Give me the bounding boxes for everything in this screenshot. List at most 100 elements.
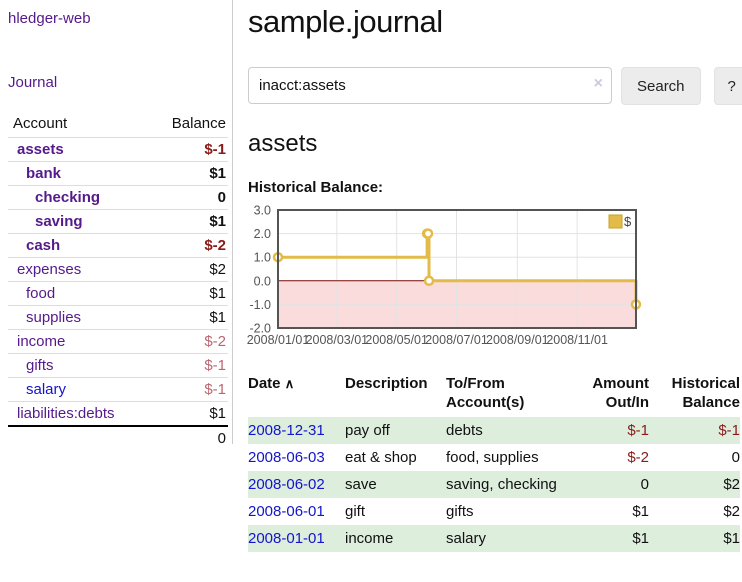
account-row: saving $1 [8, 210, 228, 234]
account-row: salary $-1 [8, 378, 228, 402]
account-row: food $1 [8, 282, 228, 306]
transaction-balance: 0 [649, 444, 740, 471]
account-balance: $1 [148, 306, 228, 330]
svg-text:3.0: 3.0 [254, 204, 271, 218]
svg-text:2008/01/01: 2008/01/01 [247, 333, 310, 347]
register-header-description: Description [345, 372, 446, 417]
legend-label: $ [624, 214, 632, 229]
svg-text:-1.0: -1.0 [249, 298, 271, 312]
transaction-date-link[interactable]: 2008-06-03 [248, 449, 325, 466]
account-balance: $-2 [148, 234, 228, 258]
transaction-row: 2008-06-02 save saving, checking 0 $2 [248, 471, 740, 498]
account-link[interactable]: checking [8, 189, 100, 206]
account-balance: $2 [148, 258, 228, 282]
account-link[interactable]: salary [8, 381, 66, 398]
account-link[interactable]: liabilities:debts [8, 405, 115, 422]
sidebar-item-journal[interactable]: Journal [8, 74, 57, 91]
balance-header-line2: Balance [682, 394, 740, 411]
account-row: cash $-2 [8, 234, 228, 258]
svg-text:1.0: 1.0 [254, 251, 271, 265]
page-title: sample.journal [248, 4, 735, 40]
sidebar: hledger-web Journal Account Balance asse… [0, 0, 233, 444]
accounts-total-spacer [8, 426, 148, 450]
accounts-table: Account Balance assets $-1 bank $1 check… [8, 112, 228, 450]
sort-ascending-icon: ∧ [285, 376, 295, 391]
account-link[interactable]: expenses [8, 261, 81, 278]
account-link[interactable]: income [8, 333, 65, 350]
register-header-date: Date ∧ [248, 372, 345, 417]
register-header-balance: Historical Balance [649, 372, 740, 417]
svg-text:2008/05/01: 2008/05/01 [365, 333, 428, 347]
transaction-description: save [345, 471, 446, 498]
account-row: gifts $-1 [8, 354, 228, 378]
search-input[interactable] [248, 67, 612, 104]
register-table: Date ∧ Description To/From Account(s) Am… [248, 372, 740, 552]
accounts-header-line1: To/From [446, 375, 505, 392]
search-form: × Search ? [248, 67, 735, 105]
svg-text:2.0: 2.0 [254, 227, 271, 241]
account-row: expenses $2 [8, 258, 228, 282]
register-header-accounts: To/From Account(s) [446, 372, 566, 417]
transaction-accounts: saving, checking [446, 471, 566, 498]
balance-header-line1: Historical [672, 375, 740, 392]
accounts-header-balance: Balance [148, 112, 228, 138]
account-row: assets $-1 [8, 138, 228, 162]
transaction-date-link[interactable]: 2008-06-01 [248, 503, 325, 520]
account-balance: $-1 [148, 354, 228, 378]
svg-text:2008/11/01: 2008/11/01 [546, 333, 608, 347]
transaction-accounts: salary [446, 525, 566, 552]
accounts-header-row: Account Balance [8, 112, 228, 138]
account-row: checking 0 [8, 186, 228, 210]
account-link[interactable]: assets [8, 141, 64, 158]
transaction-accounts: gifts [446, 498, 566, 525]
account-balance: $1 [148, 210, 228, 234]
account-title: assets [248, 130, 735, 158]
transaction-row: 2008-06-01 gift gifts $1 $2 [248, 498, 740, 525]
transaction-balance: $2 [649, 498, 740, 525]
account-link[interactable]: gifts [8, 357, 54, 374]
accounts-header-line2: Account(s) [446, 394, 524, 411]
account-link[interactable]: food [8, 285, 55, 302]
hledger-web-app: hledger-web Journal Account Balance asse… [0, 0, 742, 552]
help-button[interactable]: ? [714, 67, 742, 105]
transaction-row: 2008-01-01 income salary $1 $1 [248, 525, 740, 552]
transaction-date-link[interactable]: 2008-01-01 [248, 530, 325, 547]
transaction-date-link[interactable]: 2008-12-31 [248, 422, 325, 439]
transaction-balance: $-1 [649, 417, 740, 444]
transaction-amount: $1 [566, 525, 649, 552]
account-link[interactable]: cash [8, 237, 60, 254]
search-button[interactable]: Search [621, 67, 701, 105]
transaction-row: 2008-06-03 eat & shop food, supplies $-2… [248, 444, 740, 471]
main-content: sample.journal × Search ? assets Histori… [233, 0, 741, 552]
account-balance: $1 [148, 162, 228, 186]
transaction-amount: 0 [566, 471, 649, 498]
account-link[interactable]: bank [8, 165, 61, 182]
account-balance: $-1 [148, 378, 228, 402]
account-balance: $-1 [148, 138, 228, 162]
transaction-amount: $-1 [566, 417, 649, 444]
transaction-description: eat & shop [345, 444, 446, 471]
transaction-accounts: food, supplies [446, 444, 566, 471]
account-row: income $-2 [8, 330, 228, 354]
transaction-date-link[interactable]: 2008-06-02 [248, 476, 325, 493]
account-balance: $-2 [148, 330, 228, 354]
account-link[interactable]: saving [8, 213, 83, 230]
date-header-label: Date [248, 375, 281, 392]
clear-search-icon[interactable]: × [594, 76, 603, 92]
historical-balance-chart[interactable]: 3.02.01.00.0-1.0-2.02008/01/012008/03/01… [244, 206, 644, 356]
svg-text:2008/09/01: 2008/09/01 [486, 333, 549, 347]
register-header-row: Date ∧ Description To/From Account(s) Am… [248, 372, 740, 417]
legend-swatch [609, 215, 622, 228]
svg-text:2008/03/01: 2008/03/01 [306, 333, 369, 347]
account-row: supplies $1 [8, 306, 228, 330]
account-balance: 0 [148, 186, 228, 210]
transaction-row: 2008-12-31 pay off debts $-1 $-1 [248, 417, 740, 444]
account-link[interactable]: supplies [8, 309, 81, 326]
amount-header-line1: Amount [592, 375, 649, 392]
account-balance: $1 [148, 282, 228, 306]
amount-header-line2: Out/In [606, 394, 649, 411]
search-input-wrap: × [248, 67, 612, 105]
account-row: bank $1 [8, 162, 228, 186]
transaction-description: income [345, 525, 446, 552]
brand-link[interactable]: hledger-web [8, 10, 91, 27]
